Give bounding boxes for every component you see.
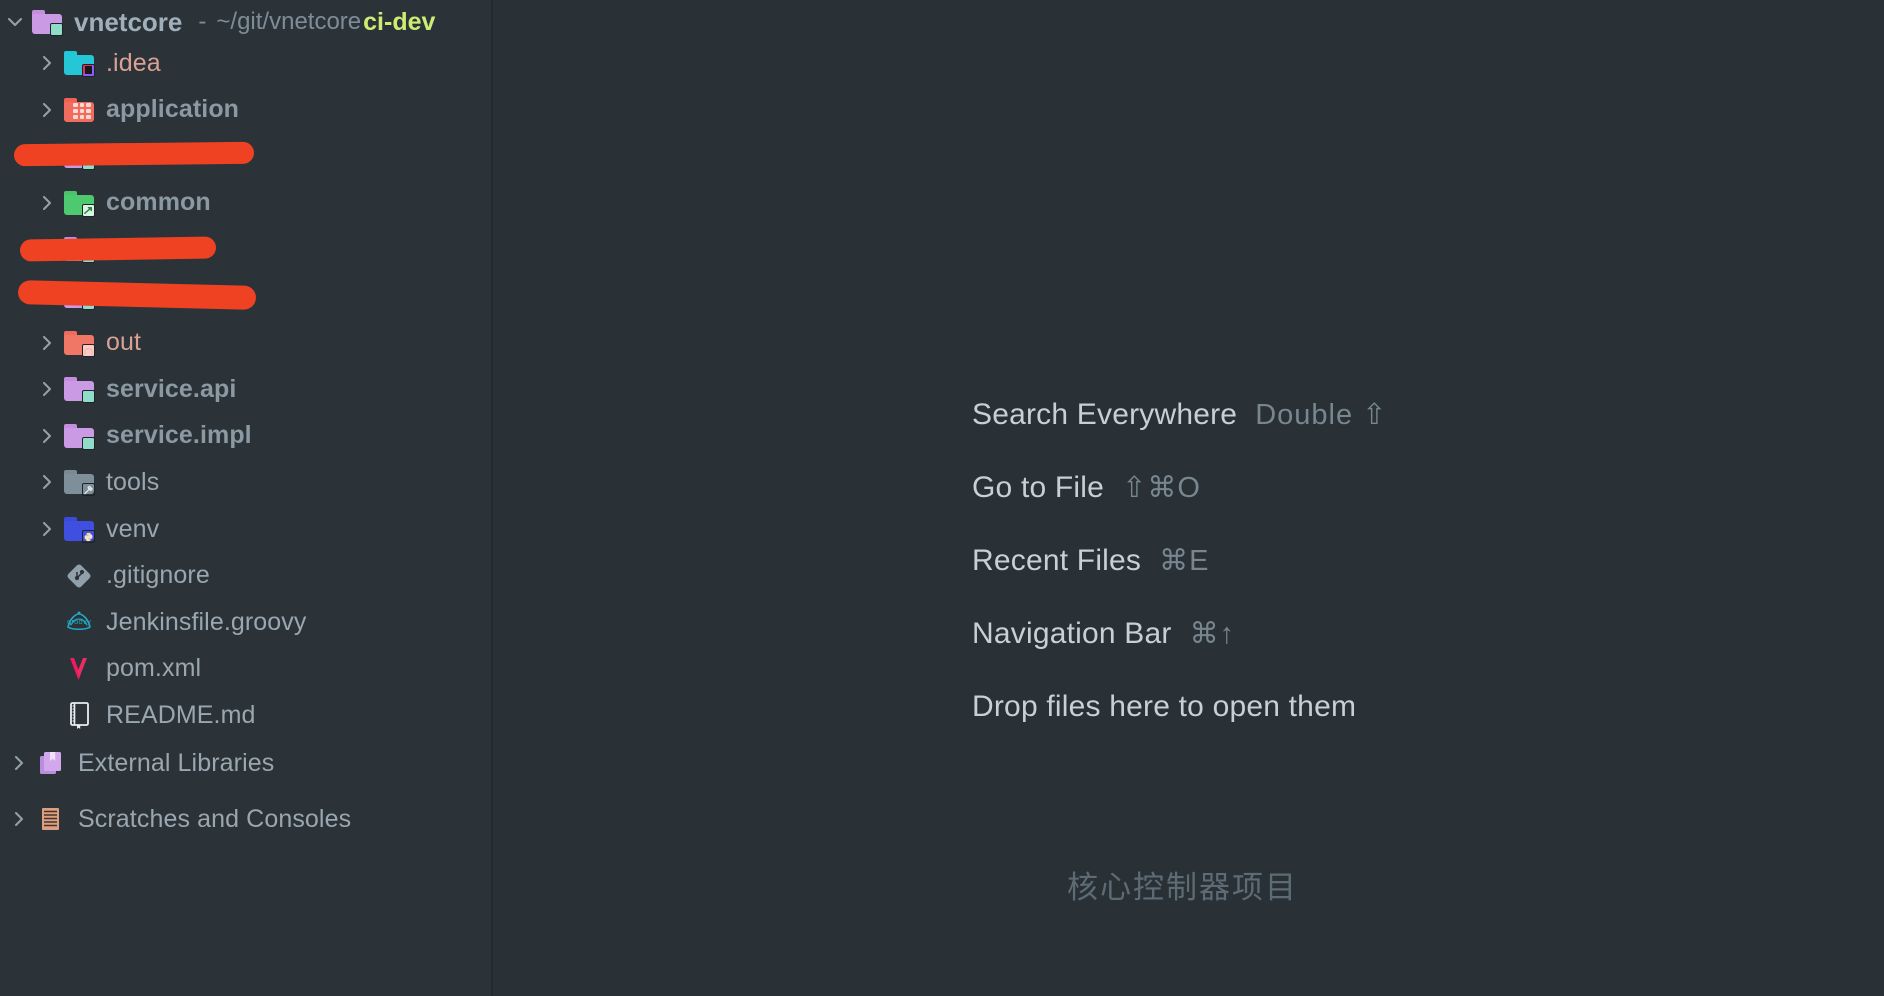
shortcut-row: Recent Files ⌘E bbox=[972, 524, 1732, 597]
shortcut-keys: ⌘E bbox=[1159, 545, 1210, 577]
chevron-right-icon[interactable] bbox=[32, 421, 62, 451]
shortcut-label: Go to File bbox=[972, 470, 1105, 504]
markdown-file-icon bbox=[62, 699, 96, 731]
folder-python-icon bbox=[62, 513, 96, 545]
tree-row[interactable]: service.api bbox=[0, 367, 492, 411]
chevron-right-icon[interactable] bbox=[32, 48, 62, 78]
project-root-label: vnetcore bbox=[74, 6, 183, 37]
folder-idea-icon bbox=[62, 47, 96, 79]
chevron-right-icon[interactable] bbox=[32, 467, 62, 497]
tree-item-label: External Libraries bbox=[78, 748, 275, 777]
tree-row[interactable]: service.impl bbox=[0, 414, 492, 458]
project-root-path: ~/git/vnetcore bbox=[216, 8, 362, 35]
folder-source-icon bbox=[62, 187, 96, 219]
tree-item-label: README.md bbox=[106, 700, 256, 729]
redaction-stroke-2 bbox=[19, 236, 217, 262]
tree-row[interactable]: common bbox=[0, 181, 492, 225]
tree-item-label: service.api bbox=[106, 374, 237, 403]
tree-item-label: .gitignore bbox=[106, 561, 210, 590]
chevron-right-icon[interactable] bbox=[4, 804, 34, 834]
chevron-right-icon[interactable] bbox=[4, 748, 34, 778]
shortcut-label: Search Everywhere bbox=[972, 397, 1238, 431]
groovy-file-icon: groovy bbox=[62, 606, 96, 638]
editor-empty-area: Search Everywhere Double ⇧ Go to File ⇧⌘O Re… bbox=[493, 0, 1884, 996]
scratches-icon bbox=[34, 803, 68, 835]
shortcut-keys: ⌘↑ bbox=[1189, 618, 1236, 650]
shortcut-hint-list: Search Everywhere Double ⇧ Go to File ⇧⌘O Re… bbox=[972, 378, 1732, 743]
svg-text:groovy: groovy bbox=[67, 618, 91, 626]
shortcut-row: Search Everywhere Double ⇧ bbox=[972, 378, 1732, 451]
folder-module-icon bbox=[30, 6, 64, 38]
shortcut-keys: Double ⇧ bbox=[1255, 399, 1388, 431]
tree-item-label: venv bbox=[106, 514, 160, 543]
tree-row-root[interactable]: vnetcore - ~/git/vnetcore ci-dev bbox=[0, 0, 492, 44]
tree-row[interactable]: README.md bbox=[0, 693, 492, 737]
chevron-right-icon[interactable] bbox=[32, 188, 62, 218]
tree-row[interactable]: venv bbox=[0, 507, 492, 551]
chevron-right-icon[interactable] bbox=[32, 95, 62, 125]
tree-row[interactable]: .idea bbox=[0, 41, 492, 85]
tree-item-label: pom.xml bbox=[106, 654, 202, 683]
chevron-down-icon[interactable] bbox=[0, 7, 30, 37]
tree-item-label: Scratches and Consoles bbox=[78, 804, 352, 833]
tree-row[interactable]: groovy Jenkinsfile.groovy bbox=[0, 600, 492, 644]
chevron-right-icon[interactable] bbox=[32, 514, 62, 544]
external-libraries-icon bbox=[34, 747, 68, 779]
folder-module-icon bbox=[62, 420, 96, 452]
shortcut-label: Recent Files bbox=[972, 543, 1142, 577]
tree-row[interactable]: pom.xml bbox=[0, 647, 492, 691]
tree-row-scratches[interactable]: Scratches and Consoles bbox=[0, 797, 492, 841]
chevron-right-icon[interactable] bbox=[32, 328, 62, 358]
tree-item-label: service.impl bbox=[106, 421, 252, 450]
ide-window: vnetcore - ~/git/vnetcore ci-dev .idea ap… bbox=[0, 0, 1884, 996]
tree-row[interactable]: tools bbox=[0, 460, 492, 504]
chevron-right-icon[interactable] bbox=[32, 374, 62, 404]
annotation-text: 核心控制器项目 bbox=[1067, 870, 1298, 906]
project-root-separator: - bbox=[198, 8, 207, 35]
folder-application-icon bbox=[62, 94, 96, 126]
folder-excluded-icon bbox=[62, 327, 96, 359]
maven-file-icon bbox=[62, 653, 96, 685]
shortcut-row: Navigation Bar ⌘↑ bbox=[972, 597, 1732, 670]
tree-item-label: out bbox=[106, 328, 142, 357]
tree-item-label: Jenkinsfile.groovy bbox=[106, 607, 307, 636]
redaction-stroke-1 bbox=[13, 141, 255, 167]
tree-item-label: tools bbox=[106, 467, 160, 496]
tree-item-label: .idea bbox=[106, 48, 161, 77]
folder-tools-icon bbox=[62, 466, 96, 498]
drop-files-label: Drop files here to open them bbox=[972, 689, 1357, 723]
shortcut-keys: ⇧⌘O bbox=[1122, 472, 1201, 504]
tree-row[interactable]: .gitignore bbox=[0, 554, 492, 598]
tree-row[interactable]: out bbox=[0, 321, 492, 365]
shortcut-row: Go to File ⇧⌘O bbox=[972, 451, 1732, 524]
folder-module-icon bbox=[62, 373, 96, 405]
tree-row-external-libraries[interactable]: External Libraries bbox=[0, 741, 492, 785]
tree-item-label: application bbox=[106, 95, 240, 124]
tree-row[interactable]: application bbox=[0, 88, 492, 132]
tree-item-label: common bbox=[106, 188, 211, 217]
shortcut-label: Navigation Bar bbox=[972, 616, 1172, 650]
git-file-icon bbox=[62, 560, 96, 592]
git-branch-label: ci-dev bbox=[363, 7, 436, 36]
drop-files-hint: Drop files here to open them bbox=[972, 670, 1732, 743]
